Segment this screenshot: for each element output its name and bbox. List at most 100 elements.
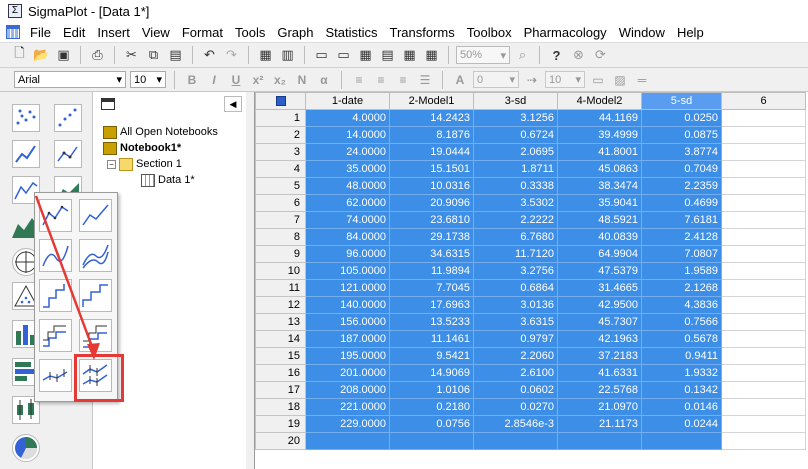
row-number[interactable]: 20 [255,432,306,450]
table-cell[interactable]: 2.2359 [641,177,722,195]
table-icon[interactable]: ▦ [422,46,441,65]
empty-cell[interactable] [721,245,806,263]
copy-icon[interactable]: ⧉ [144,46,163,65]
table-cell[interactable]: 40.0839 [557,228,642,246]
refresh-icon[interactable]: ⟳ [591,46,610,65]
table-cell[interactable]: 0.6724 [473,126,558,144]
table-cell[interactable]: 0.0602 [473,381,558,399]
table-cell[interactable]: 2.1268 [641,279,722,297]
row-number[interactable]: 13 [255,313,306,331]
save-icon[interactable]: ▣ [54,46,73,65]
table-cell[interactable]: 2.4128 [641,228,722,246]
tree-root[interactable]: All Open Notebooks [103,124,218,140]
table-cell[interactable]: 17.6963 [389,296,474,314]
menu-insert[interactable]: Insert [91,25,136,40]
row-number[interactable]: 11 [255,279,306,297]
step-multiple-alt-icon[interactable] [79,319,112,352]
calculator-icon[interactable]: ▦ [256,46,275,65]
table-cell[interactable] [389,432,474,450]
row-number[interactable]: 10 [255,262,306,280]
table-cell[interactable]: 21.1173 [557,415,642,433]
symbol-n-icon[interactable]: N [293,71,311,89]
empty-cell[interactable] [721,160,806,178]
empty-cell[interactable] [721,398,806,416]
table-cell[interactable]: 105.0000 [305,262,390,280]
table-cell[interactable]: 4.3836 [641,296,722,314]
table-cell[interactable]: 11.9894 [389,262,474,280]
table-cell[interactable] [641,432,722,450]
table-cell[interactable]: 195.0000 [305,347,390,365]
zoom-magnifier-icon[interactable]: ⌕ [513,46,532,65]
table-cell[interactable]: 0.0244 [641,415,722,433]
column-header[interactable]: 6 [721,92,806,110]
table-cell[interactable]: 0.7049 [641,160,722,178]
line-color-icon[interactable]: ▭ [589,71,607,89]
table-cell[interactable]: 121.0000 [305,279,390,297]
spline-line-icon[interactable] [39,239,72,272]
table-cell[interactable]: 45.0863 [557,160,642,178]
menu-transforms[interactable]: Transforms [384,25,461,40]
table-cell[interactable]: 0.9797 [473,330,558,348]
table-cell[interactable] [473,432,558,450]
table-cell[interactable]: 0.9411 [641,347,722,365]
font-size-select[interactable]: 10 ▾ [130,71,166,88]
table-cell[interactable]: 44.1169 [557,109,642,127]
table-cell[interactable]: 19.0444 [389,143,474,161]
table-cell[interactable]: 48.0000 [305,177,390,195]
empty-cell[interactable] [721,126,806,144]
table-cell[interactable]: 14.0000 [305,126,390,144]
print-icon[interactable]: ⎙ [88,46,107,65]
table-cell[interactable]: 37.2183 [557,347,642,365]
table-cell[interactable]: 84.0000 [305,228,390,246]
error-bar-line-icon[interactable] [39,359,72,392]
table-cell[interactable]: 0.4699 [641,194,722,212]
table-cell[interactable]: 8.1876 [389,126,474,144]
table-cell[interactable]: 35.0000 [305,160,390,178]
row-number[interactable]: 2 [255,126,306,144]
table-cell[interactable]: 2.2060 [473,347,558,365]
row-number[interactable]: 17 [255,381,306,399]
italic-icon[interactable]: I [205,71,223,89]
table-cell[interactable]: 34.6315 [389,245,474,263]
table-cell[interactable]: 0.0270 [473,398,558,416]
table-cell[interactable]: 11.1461 [389,330,474,348]
table-cell[interactable]: 6.7680 [473,228,558,246]
table-cell[interactable]: 2.8546e-3 [473,415,558,433]
menu-pharmacology[interactable]: Pharmacology [518,25,613,40]
tree-notebook[interactable]: Notebook1* [103,140,181,156]
cut-icon[interactable]: ✂ [122,46,141,65]
table-cell[interactable]: 3.8774 [641,143,722,161]
table-cell[interactable]: 3.2756 [473,262,558,280]
table-cell[interactable]: 7.7045 [389,279,474,297]
row-number[interactable]: 14 [255,330,306,348]
table-cell[interactable]: 38.3474 [557,177,642,195]
paste-icon[interactable]: ▤ [166,46,185,65]
table-cell[interactable]: 3.1256 [473,109,558,127]
table-cell[interactable]: 42.1963 [557,330,642,348]
zoom-select[interactable]: 50% ▾ [456,46,510,64]
table-cell[interactable]: 187.0000 [305,330,390,348]
menu-help[interactable]: Help [671,25,710,40]
greek-alpha-icon[interactable]: α [315,71,333,89]
table-cell[interactable]: 96.0000 [305,245,390,263]
step-vertical-icon[interactable] [39,279,72,312]
subscript-icon[interactable]: x₂ [271,71,289,89]
worksheet-icon[interactable]: ▦ [356,46,375,65]
row-number[interactable]: 16 [255,364,306,382]
line-style-icon[interactable]: ═ [633,71,651,89]
step-multiple-icon[interactable] [39,319,72,352]
table-cell[interactable]: 208.0000 [305,381,390,399]
table-cell[interactable]: 64.9904 [557,245,642,263]
table-cell[interactable]: 156.0000 [305,313,390,331]
empty-cell[interactable] [721,143,806,161]
table-cell[interactable]: 29.1738 [389,228,474,246]
row-number[interactable]: 9 [255,245,306,263]
grid-icon[interactable]: ▦ [400,46,419,65]
collapse-panel-button[interactable]: ◀ [224,96,242,112]
table-cell[interactable]: 0.1342 [641,381,722,399]
row-number[interactable]: 7 [255,211,306,229]
table-cell[interactable]: 15.1501 [389,160,474,178]
table-cell[interactable]: 140.0000 [305,296,390,314]
graph-page-icon[interactable]: ▭ [312,46,331,65]
font-family-select[interactable]: Arial ▾ [14,71,126,88]
